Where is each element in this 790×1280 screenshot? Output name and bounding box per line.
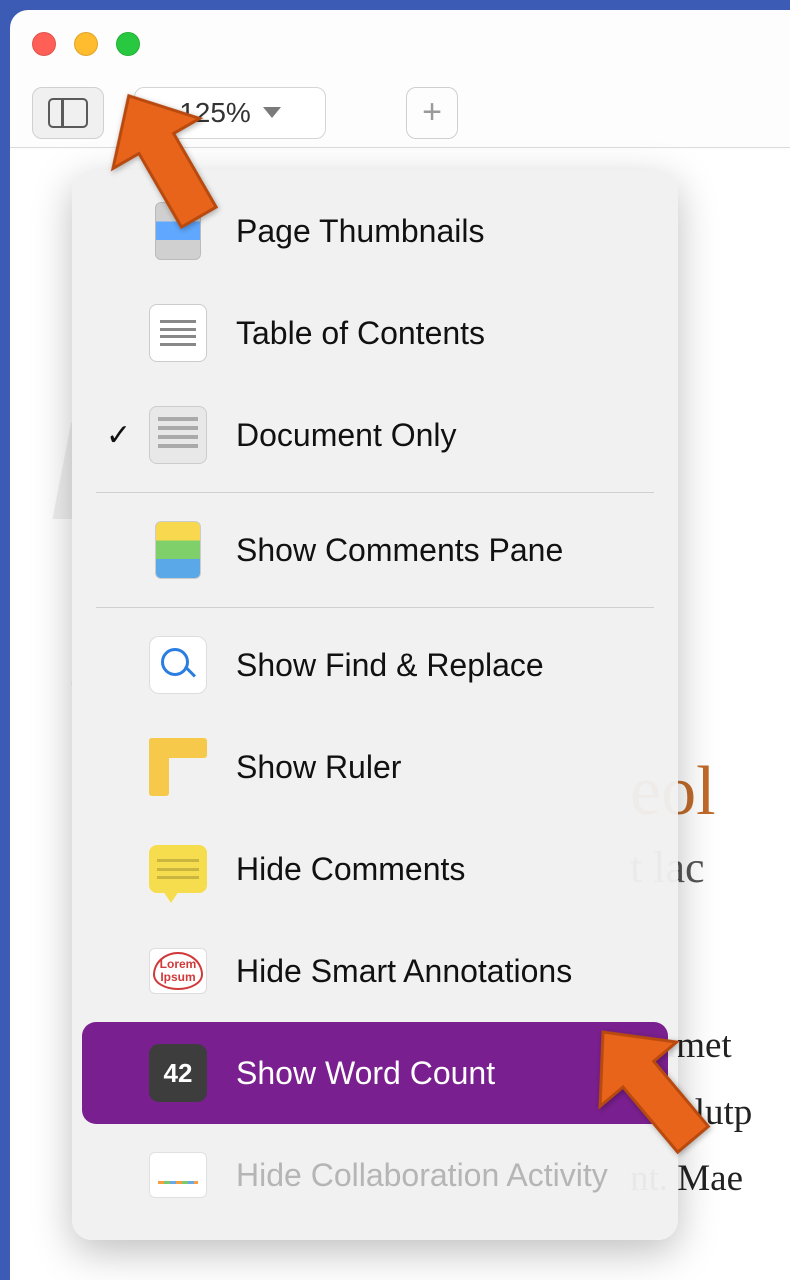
close-window-button[interactable] bbox=[32, 32, 56, 56]
menu-item-table-of-contents[interactable]: Table of Contents bbox=[82, 282, 668, 384]
menu-label: Hide Comments bbox=[236, 851, 465, 888]
app-window: 125% + eol t lac it amet n volutp nt. Ma… bbox=[10, 10, 790, 1280]
ruler-icon bbox=[144, 733, 212, 801]
menu-item-hide-comments[interactable]: Hide Comments bbox=[82, 818, 668, 920]
smart-annotations-icon: Lorem Ipsum bbox=[144, 937, 212, 1005]
menu-label: Hide Smart Annotations bbox=[236, 953, 572, 990]
menu-label: Table of Contents bbox=[236, 315, 485, 352]
collaboration-icon bbox=[144, 1141, 212, 1209]
menu-item-show-ruler[interactable]: Show Ruler bbox=[82, 716, 668, 818]
menu-item-show-comments-pane[interactable]: Show Comments Pane bbox=[82, 499, 668, 601]
menu-item-document-only[interactable]: ✓ Document Only bbox=[82, 384, 668, 486]
document-only-icon bbox=[144, 401, 212, 469]
chevron-down-icon bbox=[263, 107, 281, 118]
menu-separator bbox=[96, 492, 654, 493]
search-icon bbox=[144, 631, 212, 699]
menu-label: Show Word Count bbox=[236, 1055, 495, 1092]
menu-label: Show Comments Pane bbox=[236, 532, 563, 569]
menu-label: Hide Collaboration Activity bbox=[236, 1157, 608, 1194]
fullscreen-window-button[interactable] bbox=[116, 32, 140, 56]
menu-label: Page Thumbnails bbox=[236, 213, 484, 250]
menu-label: Document Only bbox=[236, 417, 457, 454]
word-count-icon: 42 bbox=[144, 1039, 212, 1107]
comments-pane-icon bbox=[144, 516, 212, 584]
menu-checkmark: ✓ bbox=[106, 418, 144, 453]
menu-item-hide-smart-annotations[interactable]: Lorem Ipsum Hide Smart Annotations bbox=[82, 920, 668, 1022]
menu-item-show-find-replace[interactable]: Show Find & Replace bbox=[82, 614, 668, 716]
comment-icon bbox=[144, 835, 212, 903]
menu-separator bbox=[96, 607, 654, 608]
add-page-button[interactable]: + bbox=[406, 87, 458, 139]
minimize-window-button[interactable] bbox=[74, 32, 98, 56]
menu-label: Show Find & Replace bbox=[236, 647, 544, 684]
titlebar bbox=[10, 10, 790, 78]
toc-icon bbox=[144, 299, 212, 367]
menu-label: Show Ruler bbox=[236, 749, 401, 786]
menu-item-hide-collaboration-activity: Hide Collaboration Activity bbox=[82, 1124, 668, 1226]
